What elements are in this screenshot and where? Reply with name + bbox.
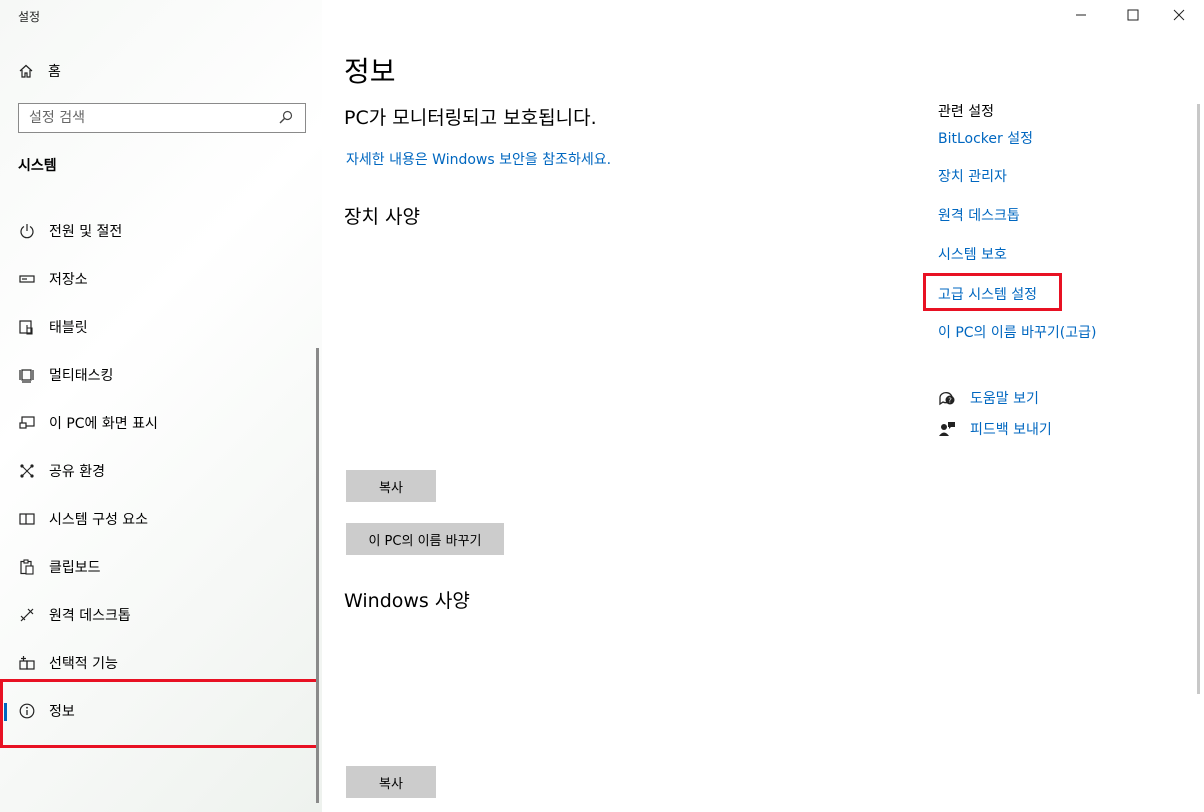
sidebar: 설정 홈 시스템 전원 및 절전 <box>0 0 322 812</box>
tablet-icon <box>18 318 36 336</box>
home-label: 홈 <box>48 64 61 80</box>
remote-desktop-link[interactable]: 원격 데스크톱 <box>938 205 1020 225</box>
nav-item-label: 공유 환경 <box>49 464 105 480</box>
nav-item-label: 클립보드 <box>49 560 101 576</box>
help-row[interactable]: ? 도움말 보기 <box>938 388 1039 408</box>
advanced-system-settings-link[interactable]: 고급 시스템 설정 <box>938 284 1037 304</box>
optional-features-icon <box>18 654 36 672</box>
nav-item-clipboard[interactable]: 클립보드 <box>0 543 316 591</box>
windows-spec-heading: Windows 사양 <box>344 590 470 612</box>
help-icon: ? <box>938 389 956 407</box>
nav-item-components[interactable]: 시스템 구성 요소 <box>0 495 316 543</box>
storage-icon <box>18 270 36 288</box>
nav-item-label: 태블릿 <box>49 320 88 336</box>
copy-device-spec-button[interactable]: 복사 <box>346 470 436 502</box>
nav-item-shared[interactable]: 공유 환경 <box>0 447 316 495</box>
nav-item-tablet[interactable]: 태블릿 <box>0 303 316 351</box>
nav-item-optional-features[interactable]: 선택적 기능 <box>0 639 316 687</box>
main-pane: 정보 PC가 모니터링되고 보호됩니다. 자세한 내용은 Windows 보안을… <box>322 0 1204 812</box>
maximize-icon <box>1127 6 1139 25</box>
settings-window: 설정 홈 시스템 전원 및 절전 <box>0 0 1204 812</box>
sidebar-scrollbar[interactable] <box>316 348 319 803</box>
home-icon <box>18 63 36 79</box>
rename-pc-advanced-link[interactable]: 이 PC의 이름 바꾸기(고급) <box>938 322 1096 342</box>
close-button[interactable] <box>1156 0 1202 30</box>
nav-item-power[interactable]: 전원 및 절전 <box>0 207 316 255</box>
section-title: 시스템 <box>18 158 57 174</box>
rename-pc-button[interactable]: 이 PC의 이름 바꾸기 <box>346 523 504 555</box>
minimize-button[interactable] <box>1058 0 1104 30</box>
copy-windows-spec-button[interactable]: 복사 <box>346 766 436 798</box>
device-manager-link[interactable]: 장치 관리자 <box>938 166 1007 186</box>
window-title: 설정 <box>18 10 41 24</box>
shared-icon <box>18 462 36 480</box>
nav-item-label: 시스템 구성 요소 <box>49 512 149 528</box>
maximize-button[interactable] <box>1110 0 1156 30</box>
protection-status: PC가 모니터링되고 보호됩니다. <box>344 107 597 129</box>
feedback-icon <box>938 420 956 438</box>
nav-item-storage[interactable]: 저장소 <box>0 255 316 303</box>
search-input[interactable] <box>29 110 279 126</box>
windows-security-link[interactable]: 자세한 내용은 Windows 보안을 참조하세요. <box>346 149 611 169</box>
nav-item-project[interactable]: 이 PC에 화면 표시 <box>0 399 316 447</box>
nav-item-about[interactable]: 정보 <box>0 687 316 735</box>
bitlocker-link[interactable]: BitLocker 설정 <box>938 128 1033 148</box>
nav-item-label: 정보 <box>49 704 75 720</box>
nav-item-remote-desktop[interactable]: 원격 데스크톱 <box>0 591 316 639</box>
feedback-link[interactable]: 피드백 보내기 <box>970 419 1052 439</box>
nav-item-multitasking[interactable]: 멀티태스킹 <box>0 351 316 399</box>
search-box[interactable] <box>18 103 306 133</box>
search-icon[interactable] <box>279 110 295 126</box>
nav-list: 전원 및 절전 저장소 태블릿 멀티태스킹 이 PC에 화면 표시 공유 환경 … <box>0 207 316 735</box>
minimize-icon <box>1075 6 1087 25</box>
info-icon <box>18 702 36 720</box>
project-icon <box>18 414 36 432</box>
main-scrollbar[interactable] <box>1197 104 1200 694</box>
remote-desktop-icon <box>18 606 36 624</box>
page-title: 정보 <box>344 55 396 88</box>
nav-item-label: 원격 데스크톱 <box>49 608 131 624</box>
nav-item-label: 선택적 기능 <box>49 656 118 672</box>
nav-item-label: 저장소 <box>49 272 88 288</box>
components-icon <box>18 510 36 528</box>
nav-item-label: 전원 및 절전 <box>49 224 123 240</box>
nav-item-label: 이 PC에 화면 표시 <box>49 416 158 432</box>
clipboard-icon <box>18 558 36 576</box>
power-icon <box>18 222 36 240</box>
close-icon <box>1173 6 1185 25</box>
help-link[interactable]: 도움말 보기 <box>970 388 1039 408</box>
multitasking-icon <box>18 366 36 384</box>
related-settings-title: 관련 설정 <box>938 104 994 120</box>
svg-text:?: ? <box>948 397 952 405</box>
home-nav-item[interactable]: 홈 <box>18 60 61 82</box>
device-spec-heading: 장치 사양 <box>344 206 420 228</box>
feedback-row[interactable]: 피드백 보내기 <box>938 419 1052 439</box>
system-protection-link[interactable]: 시스템 보호 <box>938 244 1007 264</box>
nav-item-label: 멀티태스킹 <box>49 368 114 384</box>
